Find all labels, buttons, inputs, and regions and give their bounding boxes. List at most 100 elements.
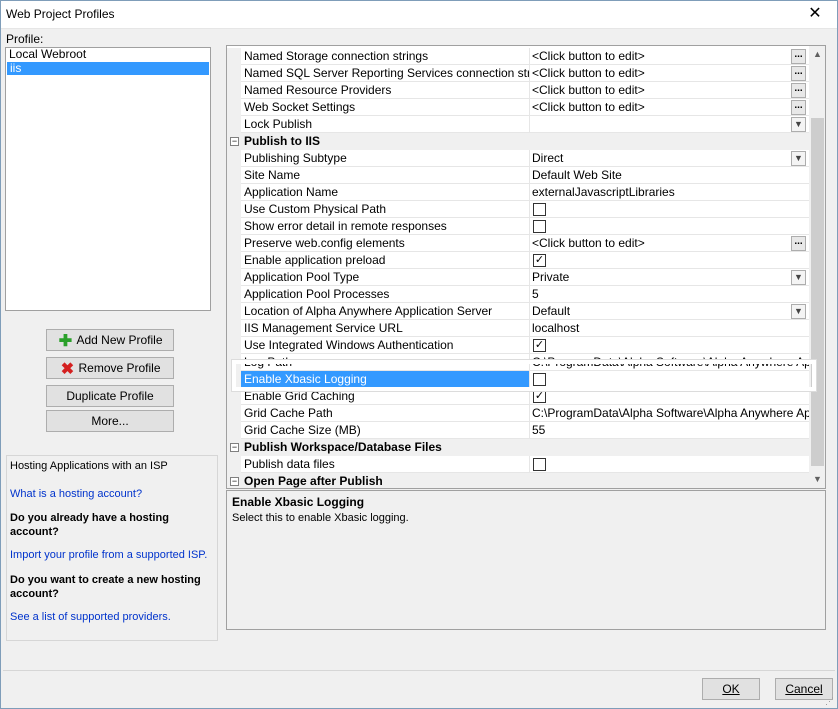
property-value[interactable]: C:\ProgramData\Alpha Software\Alpha Anyw… (529, 354, 809, 371)
hosting-account-link[interactable]: What is a hosting account? (10, 488, 142, 500)
ellipsis-button[interactable]: ... (791, 236, 806, 251)
property-name[interactable]: Use Custom Physical Path (241, 201, 529, 218)
property-row-use-custom-physical-path[interactable]: Use Custom Physical Path (227, 201, 809, 218)
ellipsis-button[interactable]: ... (791, 49, 806, 64)
property-row-enable-grid-caching[interactable]: Enable Grid Caching ✓ (227, 388, 809, 405)
property-row-named-sql-server-reporting-services-connection-strings[interactable]: Named SQL Server Reporting Services conn… (227, 65, 809, 82)
property-value[interactable] (529, 218, 809, 235)
property-value[interactable]: 5 (529, 286, 809, 303)
collapse-icon[interactable]: − (230, 137, 239, 146)
checkbox-checked-icon[interactable]: ✓ (533, 254, 546, 267)
property-name[interactable]: Web Socket Settings (241, 99, 529, 116)
property-value[interactable]: Default ▼ (529, 303, 809, 320)
scrollbar-thumb[interactable] (811, 118, 824, 466)
ellipsis-button[interactable]: ... (791, 100, 806, 115)
property-value[interactable]: <Click button to edit>... (529, 48, 809, 65)
collapse-icon[interactable]: − (230, 477, 239, 486)
property-row-application-pool-processes[interactable]: Application Pool Processes 5 (227, 286, 809, 303)
property-name[interactable]: Application Pool Processes (241, 286, 529, 303)
property-value[interactable]: Direct ▼ (529, 150, 809, 167)
property-value[interactable] (529, 456, 809, 473)
property-name[interactable]: Publish data files (241, 456, 529, 473)
property-row-named-resource-providers[interactable]: Named Resource Providers <Click button to… (227, 82, 809, 99)
vertical-scrollbar[interactable]: ▲ ▼ (809, 46, 825, 488)
property-value[interactable]: 55 (529, 422, 809, 439)
property-value[interactable]: externalJavascriptLibraries (529, 184, 809, 201)
property-name[interactable]: Enable application preload (241, 252, 529, 269)
property-value[interactable]: <Click button to edit>... (529, 235, 809, 252)
profile-item-iis[interactable]: iis (7, 62, 209, 75)
resize-grip-icon[interactable]: ⋰ (825, 696, 835, 706)
property-value[interactable]: <Click button to edit>... (529, 82, 809, 99)
collapse-icon[interactable]: − (230, 443, 239, 452)
property-value[interactable]: <Click button to edit>... (529, 99, 809, 116)
chevron-down-icon[interactable]: ▼ (791, 117, 806, 132)
property-row-preserve-web-config-elements[interactable]: Preserve web.config elements <Click butto… (227, 235, 809, 252)
checkbox-unchecked-icon[interactable] (533, 373, 546, 386)
more-button[interactable]: More... (46, 410, 174, 432)
property-name[interactable]: Enable Xbasic Logging (241, 371, 529, 388)
checkbox-checked-icon[interactable]: ✓ (533, 390, 546, 403)
property-row-use-integrated-windows-authentication[interactable]: Use Integrated Windows Authentication ✓ (227, 337, 809, 354)
property-name[interactable]: Grid Cache Path (241, 405, 529, 422)
property-value[interactable]: ✓ (529, 252, 809, 269)
checkbox-checked-icon[interactable]: ✓ (533, 339, 546, 352)
scroll-down-icon[interactable]: ▼ (809, 471, 825, 488)
property-name[interactable]: Enable Grid Caching (241, 388, 529, 405)
property-grid[interactable]: Named Storage connection strings <Click b… (226, 45, 826, 489)
property-value[interactable]: ▼ (529, 116, 809, 133)
property-name[interactable]: Preserve web.config elements (241, 235, 529, 252)
property-name[interactable]: Log Path (241, 354, 529, 371)
property-row-iis-management-service-url[interactable]: IIS Management Service URL localhost (227, 320, 809, 337)
import-profile-link[interactable]: Import your profile from a supported ISP… (10, 549, 207, 561)
duplicate-profile-button[interactable]: Duplicate Profile (46, 385, 174, 407)
property-name[interactable]: Lock Publish (241, 116, 529, 133)
property-row-web-socket-settings[interactable]: Web Socket Settings <Click button to edit… (227, 99, 809, 116)
property-name[interactable]: Application Name (241, 184, 529, 201)
property-row-show-error-detail-in-remote-responses[interactable]: Show error detail in remote responses (227, 218, 809, 235)
property-row-log-path[interactable]: Log Path C:\ProgramData\Alpha Software\Al… (227, 354, 809, 371)
property-name[interactable]: Use Integrated Windows Authentication (241, 337, 529, 354)
remove-profile-button[interactable]: ✖ Remove Profile (46, 357, 174, 379)
property-name[interactable]: Grid Cache Size (MB) (241, 422, 529, 439)
property-row-enable-xbasic-logging[interactable]: Enable Xbasic Logging (227, 371, 809, 388)
property-name[interactable]: Site Name (241, 167, 529, 184)
property-name[interactable]: Show error detail in remote responses (241, 218, 529, 235)
property-row-lock-publish[interactable]: Lock Publish ▼ (227, 116, 809, 133)
checkbox-unchecked-icon[interactable] (533, 458, 546, 471)
property-row-publishing-subtype[interactable]: Publishing Subtype Direct ▼ (227, 150, 809, 167)
category-open-page-after-publish[interactable]: − Open Page after Publish (227, 473, 809, 488)
property-row-site-name[interactable]: Site Name Default Web Site (227, 167, 809, 184)
property-value[interactable]: ✓ (529, 388, 809, 405)
property-row-location-of-alpha-anywhere-application-server[interactable]: Location of Alpha Anywhere Application S… (227, 303, 809, 320)
property-row-application-pool-type[interactable]: Application Pool Type Private ▼ (227, 269, 809, 286)
close-icon[interactable]: ✕ (805, 5, 825, 25)
property-name[interactable]: Application Pool Type (241, 269, 529, 286)
category-publish-workspace-database-files[interactable]: − Publish Workspace/Database Files (227, 439, 809, 456)
property-name[interactable]: IIS Management Service URL (241, 320, 529, 337)
profile-list[interactable]: Local Webroot iis (5, 47, 211, 311)
profile-item-local-webroot[interactable]: Local Webroot (6, 48, 210, 61)
checkbox-unchecked-icon[interactable] (533, 203, 546, 216)
property-row-enable-application-preload[interactable]: Enable application preload ✓ (227, 252, 809, 269)
chevron-down-icon[interactable]: ▼ (791, 270, 806, 285)
property-name[interactable]: Named Resource Providers (241, 82, 529, 99)
property-value[interactable]: localhost (529, 320, 809, 337)
property-row-application-name[interactable]: Application Name externalJavascriptLibrar… (227, 184, 809, 201)
property-row-named-storage-connection-strings[interactable]: Named Storage connection strings <Click b… (227, 48, 809, 65)
property-value[interactable]: ✓ (529, 337, 809, 354)
property-row-grid-cache-size-mb[interactable]: Grid Cache Size (MB) 55 (227, 422, 809, 439)
property-name[interactable]: Named SQL Server Reporting Services conn… (241, 65, 529, 82)
supported-providers-link[interactable]: See a list of supported providers. (10, 611, 171, 623)
ellipsis-button[interactable]: ... (791, 66, 806, 81)
category-publish-to-iis[interactable]: − Publish to IIS (227, 133, 809, 150)
property-name[interactable]: Location of Alpha Anywhere Application S… (241, 303, 529, 320)
property-value[interactable] (529, 201, 809, 218)
property-name[interactable]: Named Storage connection strings (241, 48, 529, 65)
property-value[interactable]: <Click button to edit>... (529, 65, 809, 82)
property-row-publish-data-files[interactable]: Publish data files (227, 456, 809, 473)
property-value[interactable]: Default Web Site (529, 167, 809, 184)
scroll-up-icon[interactable]: ▲ (809, 46, 825, 63)
ok-button[interactable]: OK (702, 678, 760, 700)
property-name[interactable]: Publishing Subtype (241, 150, 529, 167)
